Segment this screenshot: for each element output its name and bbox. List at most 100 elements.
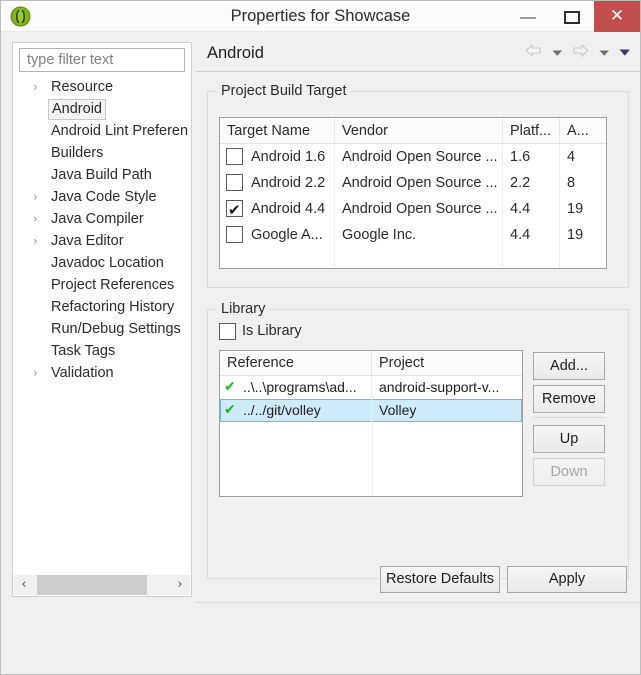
forward-menu-chevron-down-icon[interactable] (599, 44, 610, 62)
preference-page: Android Project Build Target Target Name… (196, 34, 640, 597)
sidebar-item-javadoc-location[interactable]: Javadoc Location (13, 252, 191, 274)
page-header: Android (196, 34, 640, 72)
sidebar-item-android[interactable]: Android (13, 98, 191, 120)
target-checkbox[interactable] (226, 226, 243, 243)
close-button[interactable]: ✕ (594, 1, 640, 32)
sidebar-item-project-references[interactable]: Project References (13, 274, 191, 296)
cell-platform: 4.4 (503, 222, 560, 248)
sidebar-item-label: Java Build Path (51, 167, 152, 183)
sidebar-item-task-tags[interactable]: Task Tags (13, 340, 191, 362)
target-name: Android 1.6 (251, 149, 326, 165)
restore-defaults-button[interactable]: Restore Defaults (380, 566, 500, 593)
target-checkbox[interactable] (226, 148, 243, 165)
page-nav-icons (520, 43, 631, 63)
cell-vendor: Android Open Source ... (335, 196, 503, 222)
target-checkbox[interactable] (226, 174, 243, 191)
sidebar-item-label: Refactoring History (51, 299, 175, 315)
column-header[interactable]: A... (560, 118, 606, 143)
cell-vendor: Google Inc. (335, 222, 503, 248)
up-button[interactable]: Up (533, 425, 605, 453)
sidebar-item-label: Builders (51, 145, 104, 161)
cell-reference: ✔ ..\..\programs\ad... (220, 376, 372, 399)
build-target-table[interactable]: Target Name Vendor Platf... A... Android 1.… (219, 117, 607, 269)
apply-button[interactable]: Apply (507, 566, 627, 593)
cell-target-name: Android 1.6 (220, 144, 335, 170)
scroll-left-icon[interactable]: ‹ (14, 575, 34, 595)
cell-target-name: Google A... (220, 222, 335, 248)
sidebar-item-android-lint-preferen[interactable]: Android Lint Preferen (13, 120, 191, 142)
tree-horizontal-scrollbar[interactable]: ‹ › (14, 575, 190, 595)
dialog-footer: ? OK Cancel (1, 603, 640, 674)
sidebar-item-label: Java Code Style (51, 189, 157, 205)
minimize-button[interactable] (506, 1, 550, 32)
reference-path: ../../git/volley (243, 402, 321, 418)
table-row[interactable]: ✔ ..\..\programs\ad... android-support-v..… (220, 376, 522, 399)
sidebar-item-validation[interactable]: › Validation (13, 362, 191, 384)
cell-vendor: Android Open Source ... (335, 144, 503, 170)
sidebar-item-java-compiler[interactable]: › Java Compiler (13, 208, 191, 230)
sidebar-item-refactoring-history[interactable]: Refactoring History (13, 296, 191, 318)
table-row[interactable]: Android 2.2 Android Open Source ... 2.2 8 (220, 170, 606, 196)
cell-api: 4 (567, 149, 576, 165)
table-row[interactable]: Android 1.6 Android Open Source ... 1.6 4 (220, 144, 606, 170)
library-group: Library Is Library Reference Project ✔ ..\… (207, 300, 629, 579)
preferences-tree[interactable]: › Resource Android Android Lint Preferen Bui… (13, 76, 191, 574)
column-header[interactable]: Platf... (503, 118, 560, 143)
target-name: Android 2.2 (251, 175, 326, 191)
expand-chevron-right-icon[interactable]: › (33, 230, 38, 252)
maximize-button[interactable] (550, 1, 594, 32)
table-row[interactable]: Google A... Google Inc. 4.4 19 (220, 222, 606, 248)
cell-vendor: Android Open Source ... (335, 170, 503, 196)
sidebar-item-label: Java Compiler (51, 211, 144, 227)
sidebar-item-java-build-path[interactable]: Java Build Path (13, 164, 191, 186)
column-header[interactable]: Project (372, 351, 522, 375)
is-library-checkbox[interactable] (219, 323, 236, 340)
library-references-table[interactable]: Reference Project ✔ ..\..\programs\ad... an… (219, 350, 523, 497)
expand-chevron-right-icon[interactable]: › (33, 208, 38, 230)
sidebar-item-label: Project References (51, 277, 175, 293)
close-icon: ✕ (609, 6, 625, 26)
cell-project: Volley (379, 402, 417, 418)
back-arrow-icon[interactable] (525, 43, 542, 63)
is-library-label: Is Library (242, 323, 302, 339)
table-body[interactable]: ✔ ..\..\programs\ad... android-support-v..… (220, 376, 522, 422)
sidebar-item-resource[interactable]: › Resource (13, 76, 191, 98)
table-row[interactable]: ✔ ../../git/volley Volley (220, 399, 522, 422)
cell-project: android-support-v... (379, 379, 500, 395)
check-ok-icon: ✔ (224, 402, 236, 418)
scroll-right-icon[interactable]: › (170, 575, 190, 595)
view-menu-chevron-down-icon[interactable] (619, 44, 631, 62)
filter-input[interactable]: type filter text (19, 48, 185, 72)
cell-api: 19 (567, 201, 584, 217)
group-title-build-target: Project Build Target (217, 82, 351, 100)
column-header[interactable]: Vendor (335, 118, 503, 143)
forward-arrow-icon[interactable] (572, 43, 589, 63)
table-body[interactable]: Android 1.6 Android Open Source ... 1.6 4 An… (220, 144, 606, 248)
add-button[interactable]: Add... (533, 352, 605, 380)
sidebar-item-label: Javadoc Location (51, 255, 164, 271)
sidebar-item-run-debug-settings[interactable]: Run/Debug Settings (13, 318, 191, 340)
sidebar-item-java-code-style[interactable]: › Java Code Style (13, 186, 191, 208)
expand-chevron-right-icon[interactable]: › (33, 186, 38, 208)
sidebar-item-label: Run/Debug Settings (51, 321, 181, 337)
sidebar-item-builders[interactable]: Builders (13, 142, 191, 164)
back-menu-chevron-down-icon[interactable] (552, 44, 563, 62)
cell-platform: 2.2 (503, 170, 560, 196)
cell-platform: 4.4 (503, 196, 560, 222)
expand-chevron-right-icon[interactable]: › (33, 362, 38, 384)
group-title-library: Library (217, 300, 270, 318)
remove-button[interactable]: Remove (533, 385, 605, 413)
sidebar-item-label: Java Editor (51, 233, 124, 249)
table-row[interactable]: Android 4.4 Android Open Source ...4.4 19 (220, 196, 606, 222)
expand-chevron-right-icon[interactable]: › (33, 76, 38, 98)
sidebar-item-label: Validation (51, 365, 114, 381)
sidebar-item-label: Android Lint Preferen (51, 123, 189, 139)
scrollbar-thumb[interactable] (37, 575, 147, 595)
target-name: Google A... (251, 227, 323, 243)
column-header[interactable]: Reference (220, 351, 372, 375)
cell-target-name: Android 2.2 (220, 170, 335, 196)
target-checkbox[interactable] (226, 197, 243, 222)
column-header[interactable]: Target Name (220, 118, 335, 143)
cell-target-name: Android 4.4 (220, 196, 335, 222)
sidebar-item-java-editor[interactable]: › Java Editor (13, 230, 191, 252)
